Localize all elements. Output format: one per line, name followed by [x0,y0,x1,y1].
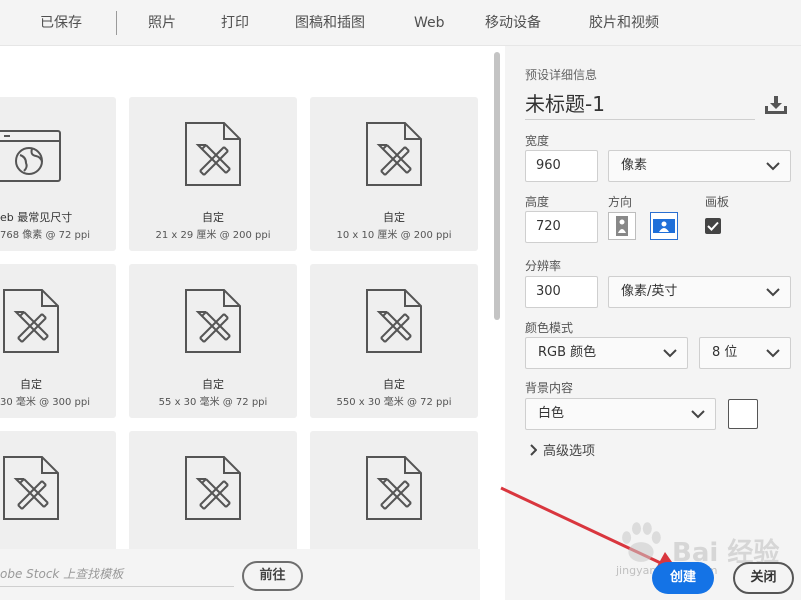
height-input[interactable]: 720 [525,211,598,243]
chevron-down-icon [663,349,677,358]
stock-search-input[interactable]: obe Stock 上查找模板 [0,561,234,587]
preset-title: 自定 [202,211,224,224]
tab-saved[interactable]: 已保存 [40,0,82,46]
create-button[interactable]: 创建 [652,562,714,594]
advanced-options-toggle[interactable]: 高级选项 [529,440,595,459]
preset-title: eb 最常见尺寸 [0,211,73,224]
tab-web[interactable]: Web [414,0,445,46]
chevron-down-icon [766,288,780,297]
advanced-options-label: 高级选项 [543,444,596,459]
document-pencil-icon [365,288,423,354]
chevron-down-icon [691,410,705,419]
bit-depth-select[interactable]: 8 位 [699,337,791,369]
artboard-checkbox[interactable] [705,218,721,234]
preset-card[interactable]: 自定 21 x 29 厘米 @ 200 ppi [129,97,297,251]
document-pencil-icon [365,455,423,521]
preset-card[interactable]: 自定 10 x 10 厘米 @ 200 ppi [310,97,478,251]
landscape-icon [653,219,675,233]
bit-depth-value: 8 位 [712,345,738,360]
document-name-field[interactable]: 未标题-1 [525,88,755,120]
close-button[interactable]: 关闭 [733,562,794,594]
preset-card[interactable]: 自定 30 毫米 @ 300 ppi [0,264,116,418]
preset-size: 21 x 29 厘米 @ 200 ppi [155,230,271,241]
color-mode-select[interactable]: RGB 颜色 [525,337,688,369]
width-unit-select[interactable]: 像素 [608,150,791,182]
landscape-orientation-button[interactable] [650,212,678,240]
preset-card[interactable]: eb 最常见尺寸 768 像素 @ 72 ppi [0,97,116,251]
width-unit-value: 像素 [621,158,648,173]
tab-photo[interactable]: 照片 [148,0,176,46]
web-browser-icon [0,129,62,185]
panel-header: 预设详细信息 [525,68,598,82]
preset-title: 自定 [20,378,42,391]
document-pencil-icon [2,455,60,521]
background-label: 背景内容 [525,381,574,395]
preset-size: 768 像素 @ 72 ppi [0,230,90,241]
portrait-orientation-button[interactable] [608,212,636,240]
document-pencil-icon [184,455,242,521]
background-select[interactable]: 白色 [525,398,716,430]
preset-title: 自定 [383,378,405,391]
document-pencil-icon [184,121,242,187]
go-button[interactable]: 前往 [242,561,303,591]
preset-area: eb 最常见尺寸 768 像素 @ 72 ppi 自定 21 x 29 厘米 @… [0,46,505,600]
checkmark-icon [707,221,719,231]
save-preset-icon[interactable] [765,96,787,114]
document-pencil-icon [2,288,60,354]
resolution-unit-select[interactable]: 像素/英寸 [608,276,791,308]
category-tab-bar: 已保存 照片 打印 图稿和插图 Web 移动设备 胶片和视频 [0,0,801,46]
tab-print[interactable]: 打印 [221,0,249,46]
preset-size: 55 x 30 毫米 @ 72 ppi [158,397,268,408]
tab-film-video[interactable]: 胶片和视频 [589,0,659,46]
chevron-down-icon [766,162,780,171]
portrait-icon [616,216,628,236]
artboard-label: 画板 [705,195,730,209]
color-mode-value: RGB 颜色 [538,345,597,360]
tab-art-illustration[interactable]: 图稿和插图 [295,0,365,46]
chevron-right-icon [530,444,537,456]
preset-details-panel: 预设详细信息 未标题-1 宽度 960 像素 高度 720 方向 画板 分辨率 … [505,46,801,600]
document-pencil-icon [365,121,423,187]
orientation-label: 方向 [608,195,633,209]
tab-divider [116,11,117,35]
preset-title: 自定 [202,378,224,391]
width-input[interactable]: 960 [525,150,598,182]
document-pencil-icon [184,288,242,354]
background-color-swatch[interactable] [728,399,758,429]
background-value: 白色 [538,406,565,421]
chevron-down-icon [766,349,780,358]
stock-search-bar: obe Stock 上查找模板 前往 [0,549,480,600]
preset-card[interactable]: 自定 550 x 30 毫米 @ 72 ppi [310,264,478,418]
preset-size: 550 x 30 毫米 @ 72 ppi [336,397,452,408]
width-label: 宽度 [525,134,550,148]
resolution-input[interactable]: 300 [525,276,598,308]
preset-scrollbar[interactable] [494,52,500,320]
height-label: 高度 [525,195,550,209]
tab-mobile[interactable]: 移动设备 [485,0,541,46]
resolution-label: 分辨率 [525,259,562,273]
color-mode-label: 颜色模式 [525,321,574,335]
preset-size: 10 x 10 厘米 @ 200 ppi [336,230,452,241]
preset-card[interactable]: 自定 55 x 30 毫米 @ 72 ppi [129,264,297,418]
preset-size: 30 毫米 @ 300 ppi [0,397,90,408]
preset-title: 自定 [383,211,405,224]
resolution-unit-value: 像素/英寸 [621,284,678,299]
